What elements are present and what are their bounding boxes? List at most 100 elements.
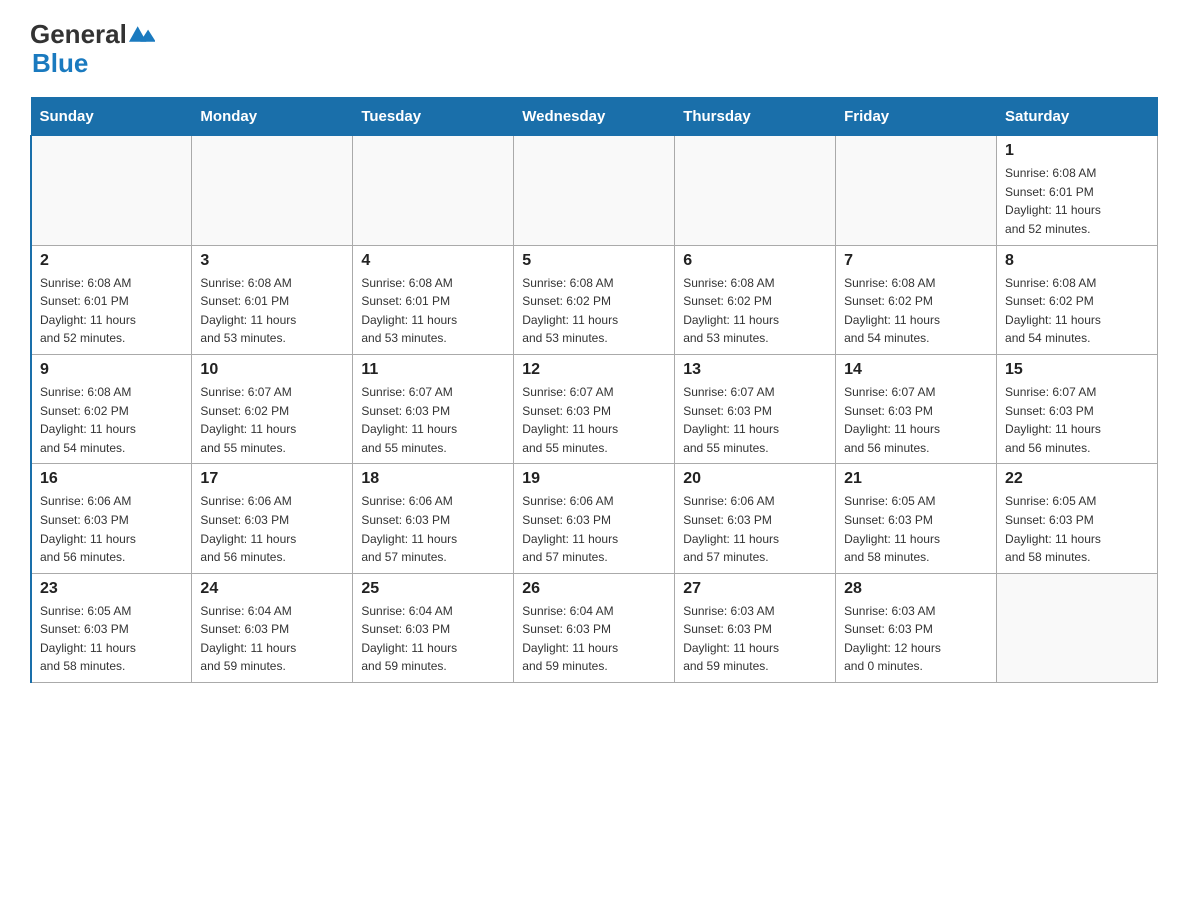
calendar-day-cell: 2 Sunrise: 6:08 AMSunset: 6:01 PMDaylight…: [31, 245, 192, 354]
day-info: Sunrise: 6:08 AMSunset: 6:01 PMDaylight:…: [361, 274, 505, 348]
calendar-day-cell: [31, 136, 192, 245]
weekday-header-friday: Friday: [836, 98, 997, 136]
weekday-header-monday: Monday: [192, 98, 353, 136]
calendar-day-cell: 21 Sunrise: 6:05 AMSunset: 6:03 PMDayligh…: [836, 464, 997, 573]
day-info: Sunrise: 6:05 AMSunset: 6:03 PMDaylight:…: [1005, 492, 1149, 566]
calendar-day-cell: 1 Sunrise: 6:08 AMSunset: 6:01 PMDaylight…: [997, 136, 1158, 245]
calendar-day-cell: 28 Sunrise: 6:03 AMSunset: 6:03 PMDayligh…: [836, 573, 997, 682]
weekday-header-wednesday: Wednesday: [514, 98, 675, 136]
calendar-day-cell: [997, 573, 1158, 682]
calendar-day-cell: 19 Sunrise: 6:06 AMSunset: 6:03 PMDayligh…: [514, 464, 675, 573]
calendar-day-cell: [514, 136, 675, 245]
calendar-day-cell: 17 Sunrise: 6:06 AMSunset: 6:03 PMDayligh…: [192, 464, 353, 573]
calendar-day-cell: 12Sunrise: 6:07 AMSunset: 6:03 PMDayligh…: [514, 354, 675, 463]
calendar-day-cell: 11 Sunrise: 6:07 AMSunset: 6:03 PMDayligh…: [353, 354, 514, 463]
day-info: Sunrise: 6:08 AMSunset: 6:01 PMDaylight:…: [200, 274, 344, 348]
calendar-day-cell: 23 Sunrise: 6:05 AMSunset: 6:03 PMDayligh…: [31, 573, 192, 682]
day-info: Sunrise: 6:03 AMSunset: 6:03 PMDaylight:…: [683, 602, 827, 676]
calendar-day-cell: 3 Sunrise: 6:08 AMSunset: 6:01 PMDaylight…: [192, 245, 353, 354]
weekday-header-row: SundayMondayTuesdayWednesdayThursdayFrid…: [31, 98, 1158, 136]
calendar-day-cell: 16 Sunrise: 6:06 AMSunset: 6:03 PMDayligh…: [31, 464, 192, 573]
day-info: Sunrise: 6:07 AMSunset: 6:03 PMDaylight:…: [361, 383, 505, 457]
calendar-day-cell: 22 Sunrise: 6:05 AMSunset: 6:03 PMDayligh…: [997, 464, 1158, 573]
day-number: 3: [200, 252, 344, 270]
calendar-day-cell: 27 Sunrise: 6:03 AMSunset: 6:03 PMDayligh…: [675, 573, 836, 682]
day-info: Sunrise: 6:07 AMSunset: 6:03 PMDaylight:…: [1005, 383, 1149, 457]
day-info: Sunrise: 6:08 AMSunset: 6:01 PMDaylight:…: [1005, 164, 1149, 238]
day-info: Sunrise: 6:07 AMSunset: 6:03 PMDaylight:…: [844, 383, 988, 457]
day-number: 26: [522, 580, 666, 598]
day-info: Sunrise: 6:03 AMSunset: 6:03 PMDaylight:…: [844, 602, 988, 676]
logo-general: General: [30, 20, 127, 49]
calendar-day-cell: 14 Sunrise: 6:07 AMSunset: 6:03 PMDayligh…: [836, 354, 997, 463]
calendar-week-row: 16 Sunrise: 6:06 AMSunset: 6:03 PMDayligh…: [31, 464, 1158, 573]
day-number: 1: [1005, 142, 1149, 160]
day-number: 11: [361, 361, 505, 379]
logo-icon: [129, 21, 155, 47]
day-number: 8: [1005, 252, 1149, 270]
calendar-day-cell: 9Sunrise: 6:08 AMSunset: 6:02 PMDaylight…: [31, 354, 192, 463]
day-info: Sunrise: 6:06 AMSunset: 6:03 PMDaylight:…: [200, 492, 344, 566]
day-number: 18: [361, 470, 505, 488]
calendar-day-cell: [836, 136, 997, 245]
day-info: Sunrise: 6:04 AMSunset: 6:03 PMDaylight:…: [522, 602, 666, 676]
calendar-day-cell: 8 Sunrise: 6:08 AMSunset: 6:02 PMDaylight…: [997, 245, 1158, 354]
day-number: 21: [844, 470, 988, 488]
day-number: 17: [200, 470, 344, 488]
day-info: Sunrise: 6:07 AMSunset: 6:03 PMDaylight:…: [683, 383, 827, 457]
calendar-day-cell: 24Sunrise: 6:04 AMSunset: 6:03 PMDayligh…: [192, 573, 353, 682]
calendar-day-cell: 6Sunrise: 6:08 AMSunset: 6:02 PMDaylight…: [675, 245, 836, 354]
day-number: 5: [522, 252, 666, 270]
day-number: 15: [1005, 361, 1149, 379]
day-info: Sunrise: 6:07 AMSunset: 6:03 PMDaylight:…: [522, 383, 666, 457]
calendar-day-cell: [675, 136, 836, 245]
calendar-day-cell: 10Sunrise: 6:07 AMSunset: 6:02 PMDayligh…: [192, 354, 353, 463]
day-number: 13: [683, 361, 827, 379]
day-number: 23: [40, 580, 183, 598]
calendar-week-row: 9Sunrise: 6:08 AMSunset: 6:02 PMDaylight…: [31, 354, 1158, 463]
day-info: Sunrise: 6:05 AMSunset: 6:03 PMDaylight:…: [40, 602, 183, 676]
weekday-header-sunday: Sunday: [31, 98, 192, 136]
calendar-day-cell: 7 Sunrise: 6:08 AMSunset: 6:02 PMDaylight…: [836, 245, 997, 354]
day-number: 7: [844, 252, 988, 270]
page-header: General Blue: [30, 20, 1158, 77]
logo-blue-text: Blue: [32, 48, 88, 78]
calendar-week-row: 2 Sunrise: 6:08 AMSunset: 6:01 PMDaylight…: [31, 245, 1158, 354]
day-info: Sunrise: 6:06 AMSunset: 6:03 PMDaylight:…: [40, 492, 183, 566]
weekday-header-saturday: Saturday: [997, 98, 1158, 136]
calendar-day-cell: 15 Sunrise: 6:07 AMSunset: 6:03 PMDayligh…: [997, 354, 1158, 463]
day-info: Sunrise: 6:06 AMSunset: 6:03 PMDaylight:…: [683, 492, 827, 566]
calendar-week-row: 1 Sunrise: 6:08 AMSunset: 6:01 PMDaylight…: [31, 136, 1158, 245]
day-info: Sunrise: 6:06 AMSunset: 6:03 PMDaylight:…: [522, 492, 666, 566]
calendar-day-cell: 5Sunrise: 6:08 AMSunset: 6:02 PMDaylight…: [514, 245, 675, 354]
logo: General Blue: [30, 20, 155, 77]
weekday-header-thursday: Thursday: [675, 98, 836, 136]
day-info: Sunrise: 6:04 AMSunset: 6:03 PMDaylight:…: [361, 602, 505, 676]
day-number: 19: [522, 470, 666, 488]
day-number: 25: [361, 580, 505, 598]
day-number: 14: [844, 361, 988, 379]
calendar-week-row: 23 Sunrise: 6:05 AMSunset: 6:03 PMDayligh…: [31, 573, 1158, 682]
calendar-day-cell: 20 Sunrise: 6:06 AMSunset: 6:03 PMDayligh…: [675, 464, 836, 573]
day-info: Sunrise: 6:08 AMSunset: 6:02 PMDaylight:…: [844, 274, 988, 348]
logo-wordmark: General Blue: [30, 20, 155, 77]
day-info: Sunrise: 6:05 AMSunset: 6:03 PMDaylight:…: [844, 492, 988, 566]
calendar-day-cell: 25 Sunrise: 6:04 AMSunset: 6:03 PMDayligh…: [353, 573, 514, 682]
day-number: 16: [40, 470, 183, 488]
day-info: Sunrise: 6:04 AMSunset: 6:03 PMDaylight:…: [200, 602, 344, 676]
weekday-header-tuesday: Tuesday: [353, 98, 514, 136]
calendar-day-cell: [192, 136, 353, 245]
day-number: 20: [683, 470, 827, 488]
day-number: 27: [683, 580, 827, 598]
day-number: 28: [844, 580, 988, 598]
day-number: 2: [40, 252, 183, 270]
calendar-day-cell: [353, 136, 514, 245]
day-info: Sunrise: 6:07 AMSunset: 6:02 PMDaylight:…: [200, 383, 344, 457]
calendar-day-cell: 4Sunrise: 6:08 AMSunset: 6:01 PMDaylight…: [353, 245, 514, 354]
calendar-day-cell: 18Sunrise: 6:06 AMSunset: 6:03 PMDayligh…: [353, 464, 514, 573]
day-info: Sunrise: 6:08 AMSunset: 6:02 PMDaylight:…: [1005, 274, 1149, 348]
day-info: Sunrise: 6:08 AMSunset: 6:01 PMDaylight:…: [40, 274, 183, 348]
day-info: Sunrise: 6:08 AMSunset: 6:02 PMDaylight:…: [683, 274, 827, 348]
day-number: 22: [1005, 470, 1149, 488]
day-number: 9: [40, 361, 183, 379]
